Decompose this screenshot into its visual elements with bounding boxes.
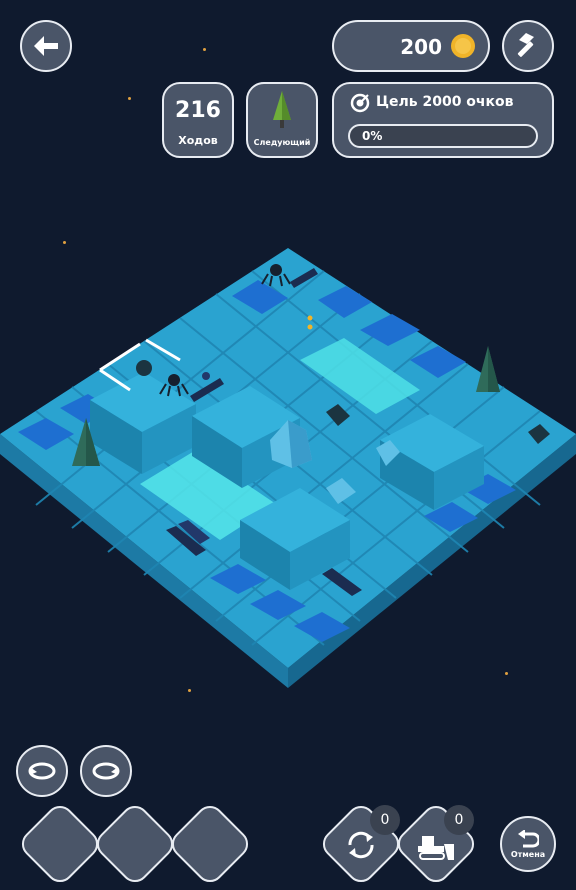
bulldozer-icon <box>418 836 454 860</box>
spark-object <box>307 324 313 330</box>
undo-button[interactable]: Отмена <box>500 816 556 872</box>
shuffle-icon <box>348 831 374 859</box>
undo-label: Отмена <box>510 849 546 859</box>
shuffle-count-badge: 0 <box>370 805 400 835</box>
bulldozer-count-badge: 0 <box>444 805 474 835</box>
board-base <box>0 248 576 688</box>
undo-icon <box>518 829 539 847</box>
rotate-left-icon <box>28 762 56 780</box>
spark-object <box>307 315 313 321</box>
rotate-left-button[interactable] <box>16 745 68 797</box>
rotate-right-icon <box>92 762 120 780</box>
rotate-right-button[interactable] <box>80 745 132 797</box>
